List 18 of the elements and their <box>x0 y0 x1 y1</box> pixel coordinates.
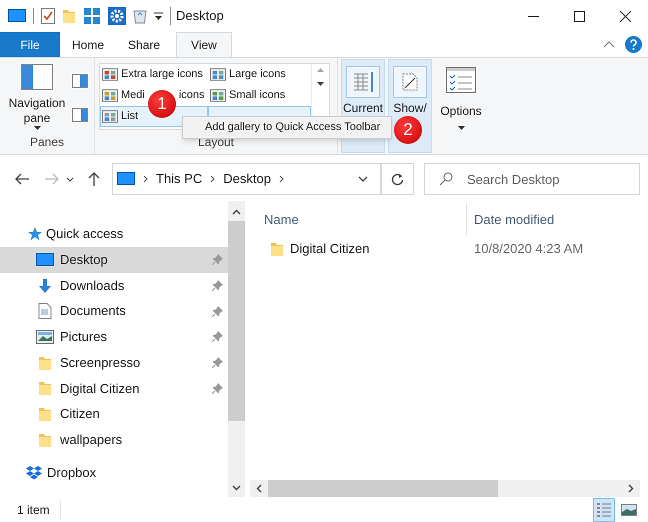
show-hide-label: Show/ <box>393 102 427 115</box>
nav-item-label: Desktop <box>60 251 108 270</box>
nav-item-label: Screenpresso <box>60 354 140 372</box>
navigation-pane-label: Navigation pane <box>8 96 66 126</box>
group-label: Panes <box>28 134 66 151</box>
status-text: 1 item <box>17 500 61 518</box>
nav-item-label: Documents <box>60 302 126 320</box>
options-label: Options <box>440 103 482 120</box>
nav-item-label: Pictures <box>60 328 107 346</box>
group-label: Layout <box>196 134 236 151</box>
file-name: Digital Citizen <box>290 240 370 258</box>
nav-item-label: Downloads <box>60 276 124 295</box>
nav-item-label: Citizen <box>60 405 100 424</box>
window-title: Desktop <box>176 7 224 26</box>
current-view-label: Current <box>342 102 383 115</box>
nav-item-label: wallpapers <box>60 430 122 449</box>
nav-item-label: Digital Citizen <box>60 380 140 398</box>
date-cell-text: 10/8/2020 4:23 AM <box>473 240 584 258</box>
